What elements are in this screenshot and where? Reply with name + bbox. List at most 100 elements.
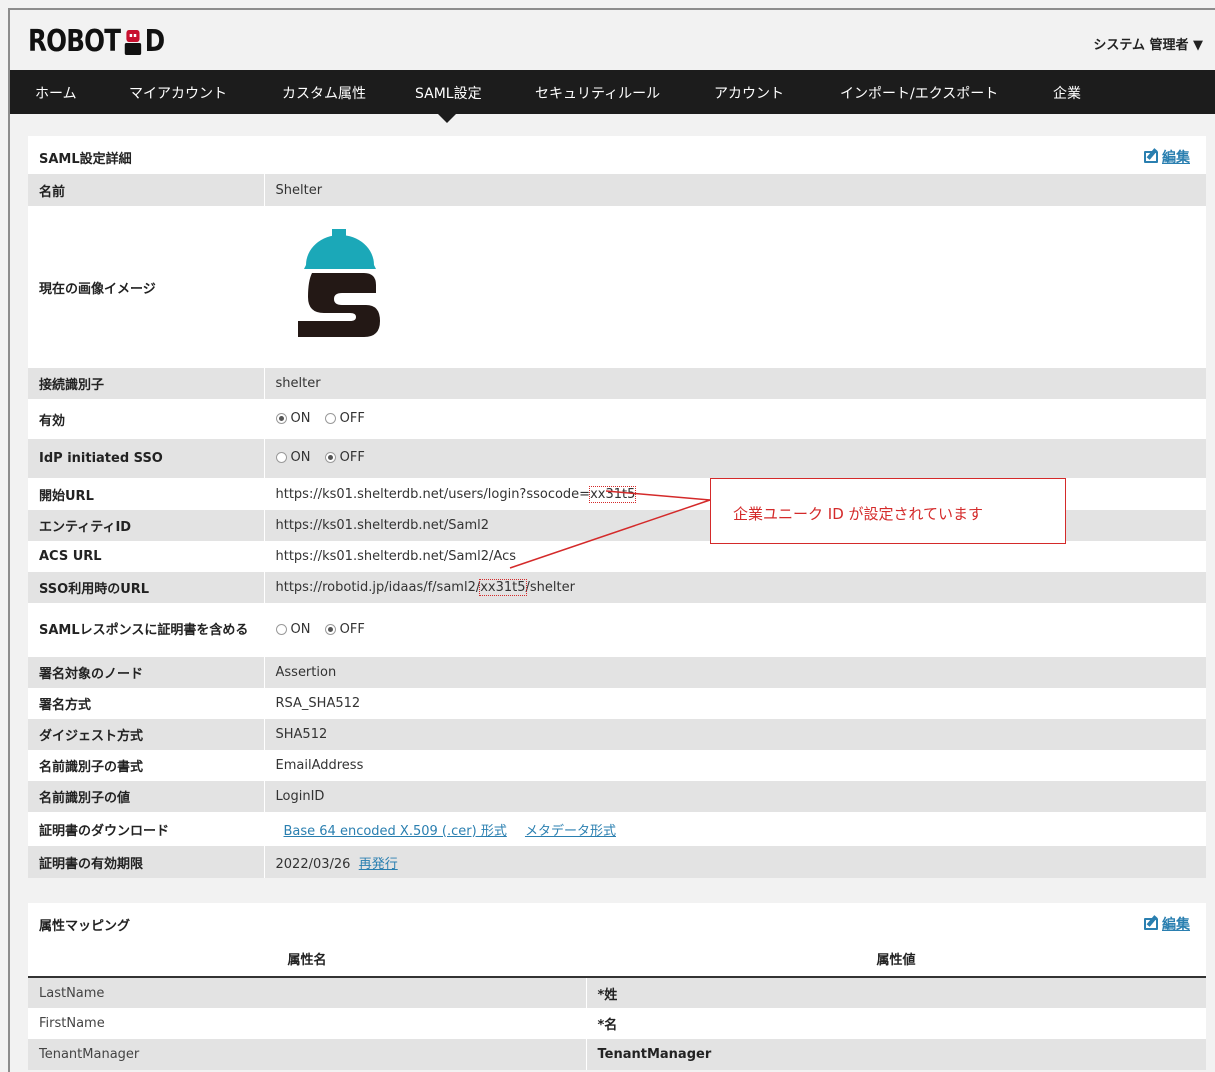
attr-panel-header: 属性マッピング 編集 bbox=[28, 903, 1206, 941]
row-cert-expiry: 証明書の有効期限 2022/03/26 再発行 bbox=[28, 846, 1206, 878]
idp-on-radio[interactable]: ON bbox=[275, 450, 311, 465]
attr-panel-title: 属性マッピング bbox=[39, 919, 131, 934]
enabled-label: 有効 bbox=[28, 399, 265, 439]
radio-unchecked-icon bbox=[275, 623, 287, 635]
row-connection-id: 接続識別子 shelter bbox=[28, 368, 1206, 399]
table-row: FirstName *名 bbox=[28, 1008, 1206, 1039]
attr-value-cell: *名 bbox=[597, 1018, 618, 1033]
annotation-callout: 企業ユニーク ID が設定されています bbox=[710, 478, 1066, 544]
nav-company[interactable]: 企業 bbox=[1053, 83, 1081, 103]
name-value: Shelter bbox=[264, 174, 1206, 206]
radio-unchecked-icon bbox=[324, 412, 336, 424]
table-row: TenantManager TenantManager bbox=[28, 1039, 1206, 1070]
row-nameid-value: 名前識別子の値 LoginID bbox=[28, 781, 1206, 812]
edit-icon bbox=[1144, 151, 1158, 163]
nameid-format-value: EmailAddress bbox=[275, 758, 364, 773]
start-url-prefix: https://ks01.shelterdb.net/users/login?s… bbox=[275, 486, 591, 502]
entity-id-label: エンティティID bbox=[28, 510, 265, 541]
digest-label: ダイジェスト方式 bbox=[28, 719, 265, 750]
sign-node-value: Assertion bbox=[264, 657, 1206, 688]
main-nav: ホーム マイアカウント カスタム属性 SAML設定 セキュリティルール アカウン… bbox=[10, 70, 1215, 123]
nav-import-export[interactable]: インポート/エクスポート bbox=[840, 83, 998, 103]
row-nameid-format: 名前識別子の書式 EmailAddress bbox=[28, 750, 1206, 781]
attr-value-cell: *姓 bbox=[586, 977, 1206, 1008]
active-nav-caret bbox=[438, 114, 456, 123]
row-sign-node: 署名対象のノード Assertion bbox=[28, 657, 1206, 688]
nav-saml-settings[interactable]: SAML設定 bbox=[415, 83, 482, 103]
edit-icon bbox=[1144, 918, 1158, 930]
sign-node-label: 署名対象のノード bbox=[28, 657, 265, 688]
row-include-cert: SAMLレスポンスに証明書を含める ON OFF bbox=[28, 603, 1206, 657]
saml-panel-title: SAML設定詳細 bbox=[39, 152, 132, 167]
name-label: 名前 bbox=[28, 174, 265, 206]
radio-off-label: OFF bbox=[339, 410, 365, 426]
attribute-mapping-table: 属性名 属性値 LastName *姓 FirstName *名 TenantM… bbox=[28, 941, 1206, 1070]
attr-edit-label: 編集 bbox=[1162, 917, 1190, 933]
include-cert-off-radio[interactable]: OFF bbox=[324, 622, 365, 637]
acs-label: ACS URL bbox=[28, 541, 265, 572]
radio-on-label: ON bbox=[290, 450, 311, 465]
radio-on-label: ON bbox=[290, 410, 311, 426]
include-cert-label: SAMLレスポンスに証明書を含める bbox=[28, 603, 265, 657]
row-enabled: 有効 ON OFF bbox=[28, 399, 1206, 439]
sso-url-suffix: /shelter bbox=[525, 580, 575, 595]
saml-edit-label: 編集 bbox=[1162, 150, 1190, 166]
radio-checked-icon bbox=[275, 412, 287, 424]
shelter-logo-image bbox=[275, 223, 404, 351]
sso-url-code: xx31t5 bbox=[479, 579, 527, 596]
attr-name-cell: TenantManager bbox=[28, 1039, 587, 1070]
logo-text-left: ROBOT bbox=[28, 24, 121, 59]
row-image: 現在の画像イメージ bbox=[28, 206, 1206, 368]
nav-security-rules[interactable]: セキュリティルール bbox=[535, 83, 660, 103]
include-cert-on-radio[interactable]: ON bbox=[275, 621, 311, 637]
cert-reissue-link[interactable]: 再発行 bbox=[359, 857, 398, 872]
callout-text: 企業ユニーク ID が設定されています bbox=[733, 505, 984, 523]
sign-method-value: RSA_SHA512 bbox=[275, 696, 361, 711]
conn-id-value: shelter bbox=[264, 368, 1206, 399]
radio-unchecked-icon bbox=[275, 452, 287, 463]
radio-off-label: OFF bbox=[339, 450, 365, 465]
saml-panel-header: SAML設定詳細 編集 bbox=[28, 136, 1206, 174]
cert-download-metadata-link[interactable]: メタデータ形式 bbox=[525, 824, 616, 839]
cert-expiry-label: 証明書の有効期限 bbox=[28, 846, 265, 878]
robot-id-logo[interactable]: ROBOT D bbox=[28, 24, 165, 59]
attr-name-cell: LastName bbox=[28, 977, 587, 1008]
acs-value: https://ks01.shelterdb.net/Saml2/Acs bbox=[275, 549, 517, 564]
start-url-code: xx31t5 bbox=[589, 485, 637, 503]
row-cert-download: 証明書のダウンロード Base 64 encoded X.509 (.cer) … bbox=[28, 812, 1206, 846]
attr-edit-link[interactable]: 編集 bbox=[1144, 914, 1190, 934]
row-idp-sso: IdP initiated SSO ON OFF bbox=[28, 439, 1206, 478]
cert-expiry-value: 2022/03/26 bbox=[275, 856, 351, 872]
saml-edit-link[interactable]: 編集 bbox=[1144, 147, 1190, 167]
cert-download-cer-link[interactable]: Base 64 encoded X.509 (.cer) 形式 bbox=[284, 824, 507, 839]
row-digest: ダイジェスト方式 SHA512 bbox=[28, 719, 1206, 750]
col-attribute-value: 属性値 bbox=[586, 941, 1206, 978]
user-menu[interactable]: システム 管理者 ▼ bbox=[1093, 34, 1203, 53]
enabled-on-radio[interactable]: ON bbox=[275, 410, 311, 426]
idp-off-radio[interactable]: OFF bbox=[324, 450, 365, 465]
col-attribute-name: 属性名 bbox=[28, 941, 586, 978]
attribute-mapping-panel: 属性マッピング 編集 属性名 属性値 LastName *姓 FirstName… bbox=[28, 903, 1206, 1070]
row-acs-url: ACS URL https://ks01.shelterdb.net/Saml2… bbox=[28, 541, 1206, 572]
nav-custom-attributes[interactable]: カスタム属性 bbox=[282, 83, 366, 103]
idp-label: IdP initiated SSO bbox=[28, 439, 265, 478]
enabled-off-radio[interactable]: OFF bbox=[324, 410, 365, 426]
nav-home[interactable]: ホーム bbox=[35, 83, 77, 103]
digest-value: SHA512 bbox=[264, 719, 1206, 750]
nav-accounts[interactable]: アカウント bbox=[714, 83, 784, 103]
start-url-label: 開始URL bbox=[28, 478, 265, 510]
logo-text-right: D bbox=[144, 24, 165, 59]
nav-my-account[interactable]: マイアカウント bbox=[129, 83, 227, 103]
nameid-value-label: 名前識別子の値 bbox=[28, 781, 265, 812]
sso-url-prefix: https://robotid.jp/idaas/f/saml2/ bbox=[275, 580, 481, 595]
row-sso-url: SSO利用時のURL https://robotid.jp/idaas/f/sa… bbox=[28, 572, 1206, 603]
radio-on-label: ON bbox=[290, 621, 311, 637]
row-name: 名前 Shelter bbox=[28, 174, 1206, 206]
attr-header-row: 属性名 属性値 bbox=[28, 941, 1206, 978]
attr-name-cell: FirstName bbox=[28, 1008, 587, 1039]
nameid-format-label: 名前識別子の書式 bbox=[28, 750, 265, 781]
image-label: 現在の画像イメージ bbox=[28, 206, 265, 368]
nameid-value-value: LoginID bbox=[264, 781, 1206, 812]
sso-url-label: SSO利用時のURL bbox=[28, 572, 265, 603]
conn-id-label: 接続識別子 bbox=[28, 368, 265, 399]
